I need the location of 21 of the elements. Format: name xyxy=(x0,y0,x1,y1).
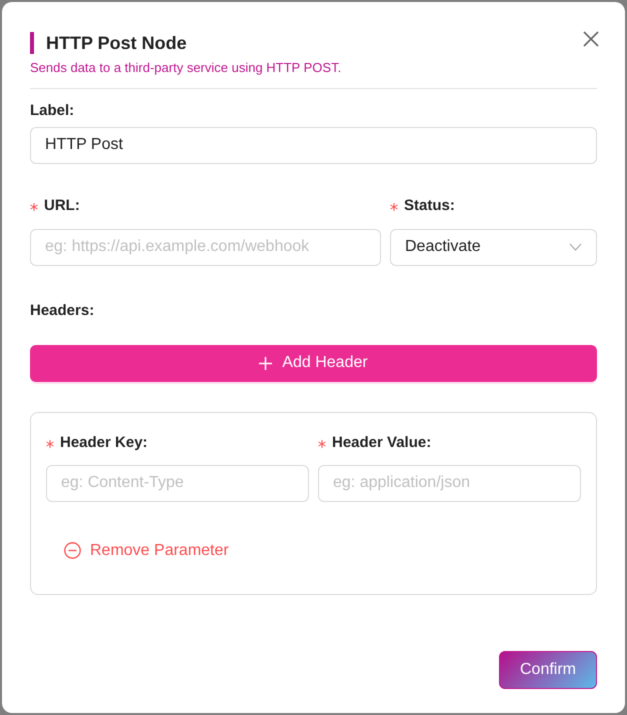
headers-label: Headers: xyxy=(30,302,94,318)
field-label: Status: xyxy=(404,196,455,216)
minus-circle-icon xyxy=(64,542,81,559)
dialog-subtitle: Sends data to a third-party service using HTTP POST. xyxy=(30,59,342,77)
plus-icon xyxy=(259,356,272,370)
confirm-button[interactable]: Confirm xyxy=(499,651,597,689)
status-select[interactable]: Deactivate xyxy=(390,228,597,266)
label-input[interactable]: HTTP Post xyxy=(30,126,597,164)
remove-parameter-button[interactable]: Remove Parameter xyxy=(64,538,229,562)
title-accent-bar xyxy=(30,32,34,54)
url-input[interactable]: eg: https://api.example.com/webhook xyxy=(30,228,381,266)
field-label: URL: xyxy=(44,196,80,216)
field-label: Header Value: xyxy=(332,433,432,454)
close-icon[interactable] xyxy=(583,31,599,47)
field-label: Label: xyxy=(30,101,74,122)
header-key-input[interactable]: eg: Content-Type xyxy=(46,464,309,502)
add-header-button[interactable]: Add Header xyxy=(30,344,597,382)
dialog-title: HTTP Post Node xyxy=(46,32,187,54)
field-label: Header Key: xyxy=(60,433,148,454)
header-value-input[interactable]: eg: application/json xyxy=(318,464,581,502)
chevron-down-icon xyxy=(569,243,582,251)
